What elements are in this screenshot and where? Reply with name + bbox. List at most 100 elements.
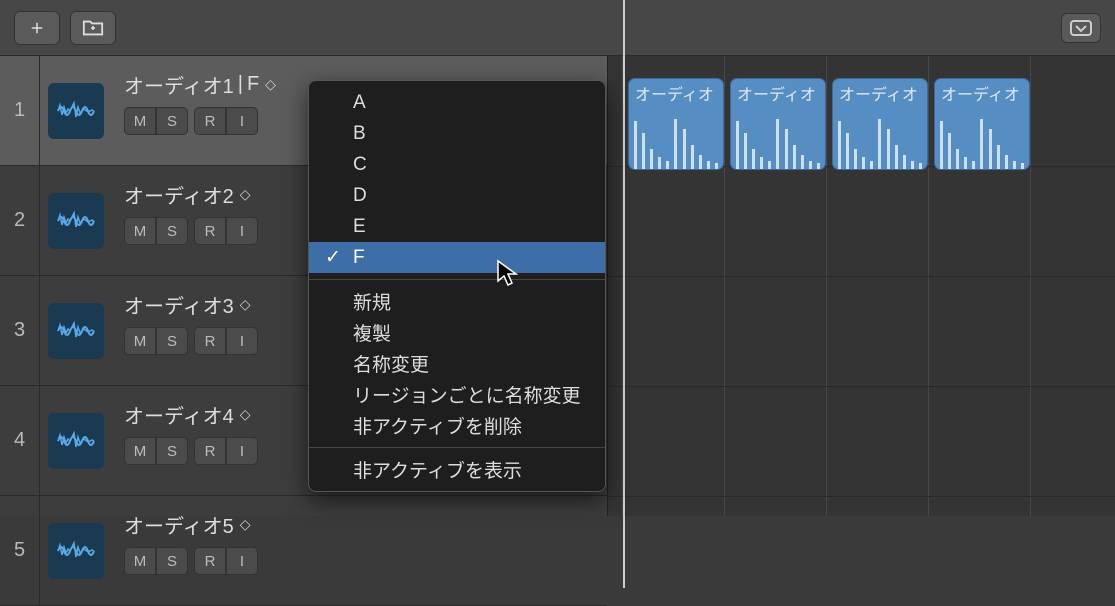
grid-line-horizontal bbox=[608, 496, 1115, 497]
track-alternatives-toggle-icon[interactable]: ◇ bbox=[240, 296, 251, 313]
track-icon-container bbox=[40, 166, 112, 275]
menu-item-label: 名称変更 bbox=[353, 350, 429, 377]
track-button-s[interactable]: S bbox=[156, 437, 188, 465]
grid-line-vertical bbox=[826, 56, 827, 516]
track-buttons: MSRI bbox=[124, 547, 595, 575]
track-alternatives-toggle-icon[interactable]: ◇ bbox=[265, 76, 276, 93]
menu-item-action-0[interactable]: 新規 bbox=[309, 286, 605, 317]
menu-item-label: 新規 bbox=[353, 288, 391, 315]
track-header: オーディオ5 ◇ MSRI bbox=[112, 496, 607, 605]
add-track-button[interactable] bbox=[14, 11, 60, 45]
grid-line-horizontal bbox=[608, 386, 1115, 387]
track-name[interactable]: オーディオ2 bbox=[124, 180, 234, 209]
check-icon: ✓ bbox=[325, 246, 341, 269]
track-name[interactable]: オーディオ5 bbox=[124, 510, 234, 539]
audio-waveform-icon bbox=[48, 413, 104, 469]
track-button-r[interactable]: R bbox=[194, 107, 226, 135]
track-name[interactable]: オーディオ3 bbox=[124, 290, 234, 319]
audio-waveform-icon bbox=[48, 193, 104, 249]
track-name[interactable]: オーディオ1 bbox=[124, 70, 234, 99]
menu-item-label: E bbox=[353, 216, 366, 238]
audio-region-3[interactable]: オーディオ bbox=[832, 78, 928, 170]
waveform-icon bbox=[935, 107, 1029, 169]
track-button-m[interactable]: M bbox=[124, 437, 156, 465]
playhead-line bbox=[623, 0, 625, 588]
track-button-s[interactable]: S bbox=[156, 217, 188, 245]
waveform-icon bbox=[731, 107, 825, 169]
region-label: オーディオ bbox=[629, 79, 723, 107]
menu-item-label: C bbox=[353, 154, 367, 176]
track-button-i[interactable]: I bbox=[226, 107, 258, 135]
track-icon-container bbox=[40, 276, 112, 385]
track-name[interactable]: オーディオ4 bbox=[124, 400, 234, 429]
menu-separator bbox=[309, 279, 605, 280]
track-button-m[interactable]: M bbox=[124, 547, 156, 575]
menu-item-action-4[interactable]: 非アクティブを削除 bbox=[309, 410, 605, 441]
audio-region-4[interactable]: オーディオ bbox=[934, 78, 1030, 170]
menu-item-label: 複製 bbox=[353, 319, 391, 346]
track-button-s[interactable]: S bbox=[156, 547, 188, 575]
track-button-i[interactable]: I bbox=[226, 547, 258, 575]
track-icon-container bbox=[40, 386, 112, 495]
view-options-button[interactable] bbox=[1061, 13, 1101, 43]
track-button-m[interactable]: M bbox=[124, 107, 156, 135]
track-button-r[interactable]: R bbox=[194, 327, 226, 355]
track-button-r[interactable]: R bbox=[194, 437, 226, 465]
track-button-i[interactable]: I bbox=[226, 327, 258, 355]
menu-item-label: B bbox=[353, 123, 366, 145]
menu-item-action-2[interactable]: 名称変更 bbox=[309, 348, 605, 379]
menu-item-alternative-d[interactable]: D bbox=[309, 180, 605, 211]
track-number: 3 bbox=[0, 276, 40, 385]
track-button-i[interactable]: I bbox=[226, 217, 258, 245]
track-alternatives-toggle-icon[interactable]: ◇ bbox=[240, 406, 251, 423]
toolbar bbox=[0, 0, 1115, 56]
track-number: 2 bbox=[0, 166, 40, 275]
menu-item-alternative-f[interactable]: ✓F bbox=[309, 242, 605, 273]
grid-line-vertical bbox=[928, 56, 929, 516]
add-folder-button[interactable] bbox=[70, 11, 116, 45]
track-button-s[interactable]: S bbox=[156, 327, 188, 355]
track-icon-container bbox=[40, 56, 112, 165]
track-button-m[interactable]: M bbox=[124, 327, 156, 355]
track-button-r[interactable]: R bbox=[194, 217, 226, 245]
grid-line-vertical bbox=[724, 56, 725, 516]
track-number: 4 bbox=[0, 386, 40, 495]
menu-item-action-3[interactable]: リージョンごとに名称変更 bbox=[309, 379, 605, 410]
grid-line-horizontal bbox=[608, 276, 1115, 277]
menu-item-label: F bbox=[353, 247, 365, 269]
menu-item-label: 非アクティブを表示 bbox=[353, 456, 522, 483]
track-alternatives-toggle-icon[interactable]: ◇ bbox=[240, 516, 251, 533]
waveform-icon bbox=[833, 107, 927, 169]
audio-waveform-icon bbox=[48, 303, 104, 359]
menu-item-label: リージョンごとに名称変更 bbox=[353, 381, 581, 408]
menu-item-label: 非アクティブを削除 bbox=[353, 412, 522, 439]
track-button-s[interactable]: S bbox=[156, 107, 188, 135]
menu-item-alternative-a[interactable]: A bbox=[309, 87, 605, 118]
region-label: オーディオ bbox=[731, 79, 825, 107]
audio-waveform-icon bbox=[48, 523, 104, 579]
menu-item-label: A bbox=[353, 92, 366, 114]
track-row-5[interactable]: 5 オーディオ5 ◇ MSRI bbox=[0, 496, 607, 606]
grid-line-vertical bbox=[1030, 56, 1031, 516]
menu-item-footer-0[interactable]: 非アクティブを表示 bbox=[309, 454, 605, 485]
track-name-separator: | bbox=[238, 73, 243, 96]
track-button-m[interactable]: M bbox=[124, 217, 156, 245]
track-alternatives-toggle-icon[interactable]: ◇ bbox=[240, 186, 251, 203]
menu-item-alternative-b[interactable]: B bbox=[309, 118, 605, 149]
track-alternative-label[interactable]: F bbox=[247, 73, 259, 96]
track-number: 5 bbox=[0, 496, 40, 605]
track-button-i[interactable]: I bbox=[226, 437, 258, 465]
audio-region-1[interactable]: オーディオ bbox=[628, 78, 724, 170]
menu-separator bbox=[309, 447, 605, 448]
track-number: 1 bbox=[0, 56, 40, 165]
menu-item-alternative-c[interactable]: C bbox=[309, 149, 605, 180]
track-button-r[interactable]: R bbox=[194, 547, 226, 575]
menu-item-alternative-e[interactable]: E bbox=[309, 211, 605, 242]
region-label: オーディオ bbox=[833, 79, 927, 107]
audio-region-2[interactable]: オーディオ bbox=[730, 78, 826, 170]
region-label: オーディオ bbox=[935, 79, 1029, 107]
timeline-area[interactable]: オーディオオーディオオーディオオーディオ bbox=[608, 56, 1115, 516]
track-alternatives-menu: ABCDE✓F新規複製名称変更リージョンごとに名称変更非アクティブを削除非アクテ… bbox=[308, 80, 606, 492]
menu-item-label: D bbox=[353, 185, 367, 207]
menu-item-action-1[interactable]: 複製 bbox=[309, 317, 605, 348]
